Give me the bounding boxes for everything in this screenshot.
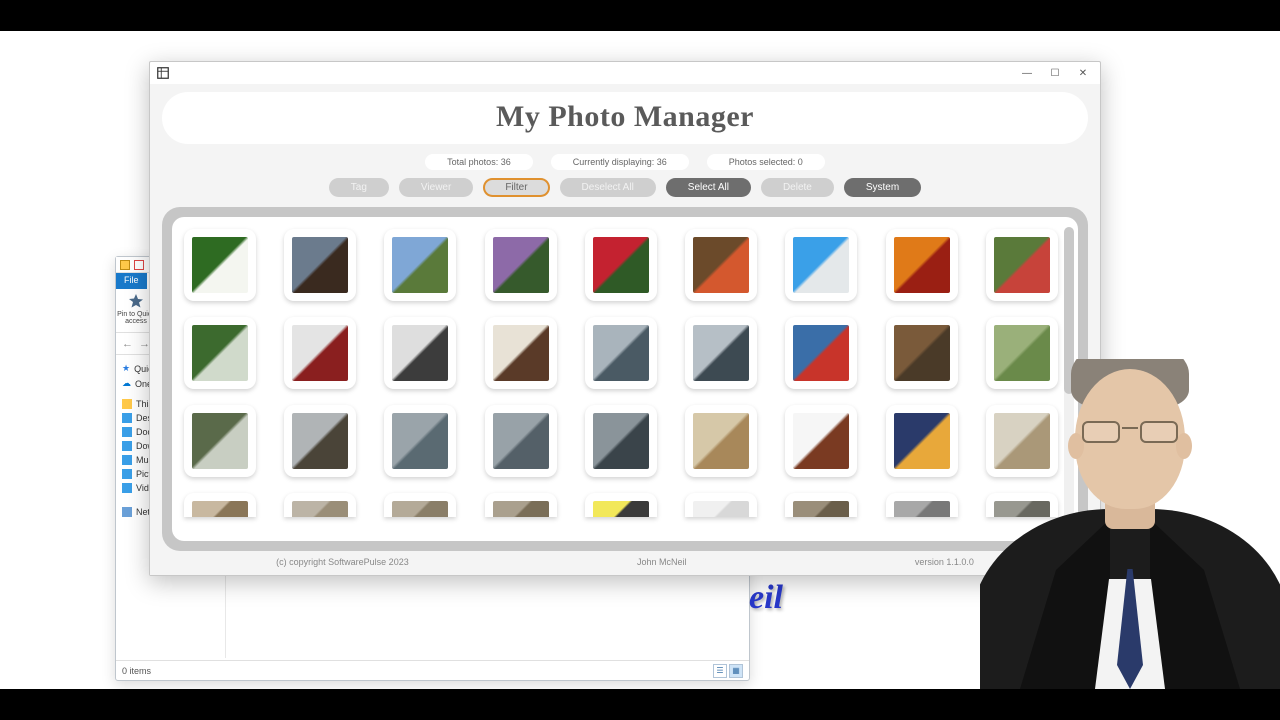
- minimize-button[interactable]: —: [1014, 64, 1040, 82]
- photo-thumbnail[interactable]: [284, 405, 356, 477]
- photo-thumbnail[interactable]: [886, 493, 958, 517]
- thumbnail-grid: [184, 229, 1066, 517]
- titlebar[interactable]: — ☐ ✕: [150, 62, 1100, 84]
- photo-thumbnail[interactable]: [685, 229, 757, 301]
- photo-thumbnail[interactable]: [284, 493, 356, 517]
- photo-thumbnail[interactable]: [384, 229, 456, 301]
- photo-thumbnail[interactable]: [384, 317, 456, 389]
- photo-thumbnail[interactable]: [986, 405, 1058, 477]
- photo-thumbnail[interactable]: [886, 229, 958, 301]
- deselect-all-button[interactable]: Deselect All: [560, 178, 656, 197]
- explorer-status-bar: 0 items ☰ ▦: [116, 660, 749, 680]
- scrollbar-track[interactable]: [1064, 227, 1074, 531]
- photo-thumbnail[interactable]: [284, 317, 356, 389]
- copyright: (c) copyright SoftwarePulse 2023: [276, 557, 409, 567]
- photo-thumbnail[interactable]: [785, 493, 857, 517]
- selected-stat: Photos selected: 0: [707, 154, 825, 170]
- photo-thumbnail[interactable]: [685, 405, 757, 477]
- photo-thumbnail[interactable]: [184, 493, 256, 517]
- folder-icon: [122, 399, 132, 409]
- photo-thumbnail[interactable]: [785, 317, 857, 389]
- star-icon: ★: [122, 363, 130, 374]
- displaying-stat: Currently displaying: 36: [551, 154, 689, 170]
- photo-thumbnail[interactable]: [284, 229, 356, 301]
- photo-thumbnail[interactable]: [685, 493, 757, 517]
- music-icon: [122, 455, 132, 465]
- network-icon: [122, 507, 132, 517]
- back-arrow-icon[interactable]: ←: [122, 338, 133, 350]
- version: version 1.1.0.0: [915, 557, 974, 567]
- photo-thumbnail[interactable]: [886, 405, 958, 477]
- photo-thumbnail[interactable]: [184, 317, 256, 389]
- pin-icon: [128, 293, 144, 309]
- desktop-icon: [122, 413, 132, 423]
- stats-row: Total photos: 36 Currently displaying: 3…: [162, 154, 1088, 170]
- tag-button[interactable]: Tag: [329, 178, 389, 197]
- photo-thumbnail[interactable]: [685, 317, 757, 389]
- photo-thumbnail[interactable]: [986, 493, 1058, 517]
- photo-thumbnail[interactable]: [986, 229, 1058, 301]
- large-icons-view-icon[interactable]: ▦: [729, 664, 743, 678]
- close-button[interactable]: ✕: [1070, 64, 1096, 82]
- gallery: [172, 217, 1078, 541]
- cloud-icon: ☁: [122, 378, 131, 389]
- photo-thumbnail[interactable]: [485, 405, 557, 477]
- maximize-button[interactable]: ☐: [1042, 64, 1068, 82]
- photo-thumbnail[interactable]: [785, 229, 857, 301]
- app-title: My Photo Manager: [162, 100, 1088, 134]
- author: John McNeil: [637, 557, 687, 567]
- file-tab[interactable]: File: [116, 273, 147, 289]
- photo-thumbnail[interactable]: [886, 317, 958, 389]
- footer: (c) copyright SoftwarePulse 2023 John Mc…: [162, 551, 1088, 571]
- photo-thumbnail[interactable]: [585, 405, 657, 477]
- photo-thumbnail[interactable]: [485, 493, 557, 517]
- delete-button[interactable]: Delete: [761, 178, 834, 197]
- select-all-button[interactable]: Select All: [666, 178, 751, 197]
- scrollbar-thumb[interactable]: [1064, 227, 1074, 394]
- document-icon: [122, 427, 132, 437]
- folder-icon: [120, 260, 130, 270]
- toolbar: Tag Viewer Filter Deselect All Select Al…: [162, 178, 1088, 197]
- photo-thumbnail[interactable]: [384, 493, 456, 517]
- photo-thumbnail[interactable]: [384, 405, 456, 477]
- download-icon: [122, 441, 132, 451]
- item-count: 0 items: [122, 666, 151, 676]
- photo-thumbnail[interactable]: [184, 229, 256, 301]
- photo-thumbnail[interactable]: [485, 317, 557, 389]
- app-icon: [156, 66, 170, 80]
- picture-icon: [122, 469, 132, 479]
- total-photos-stat: Total photos: 36: [425, 154, 533, 170]
- title-panel: My Photo Manager: [162, 92, 1088, 144]
- video-icon: [122, 483, 132, 493]
- photo-manager-window: — ☐ ✕ My Photo Manager Total photos: 36 …: [149, 61, 1101, 576]
- photo-thumbnail[interactable]: [585, 317, 657, 389]
- photo-thumbnail[interactable]: [585, 493, 657, 517]
- gallery-frame: [162, 207, 1088, 551]
- viewer-button[interactable]: Viewer: [399, 178, 473, 197]
- system-button[interactable]: System: [844, 178, 921, 197]
- photo-thumbnail[interactable]: [485, 229, 557, 301]
- photo-thumbnail[interactable]: [785, 405, 857, 477]
- photo-thumbnail[interactable]: [585, 229, 657, 301]
- background-text-fragment: eil: [749, 579, 783, 617]
- photo-thumbnail[interactable]: [184, 405, 256, 477]
- photo-thumbnail[interactable]: [986, 317, 1058, 389]
- details-view-icon[interactable]: ☰: [713, 664, 727, 678]
- filter-button[interactable]: Filter: [483, 178, 549, 197]
- app-icon: [134, 260, 144, 270]
